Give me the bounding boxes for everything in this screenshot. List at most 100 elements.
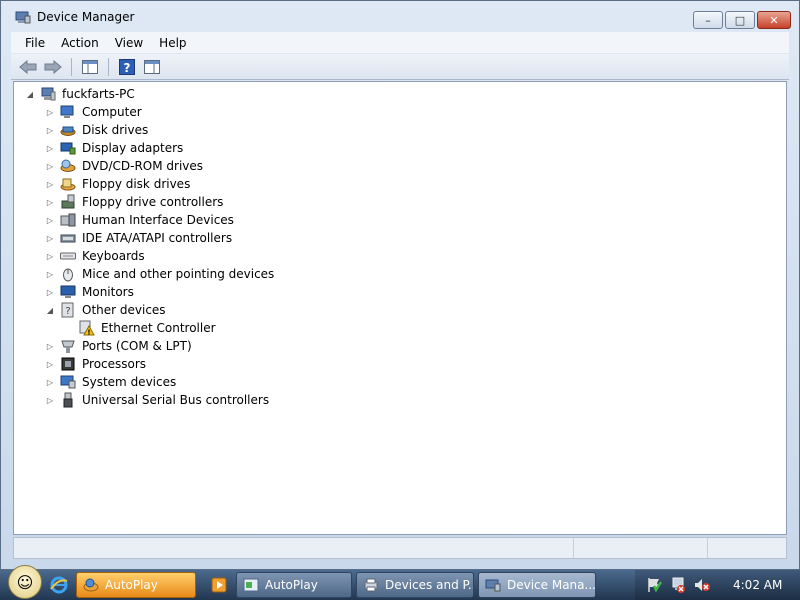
- svg-text:?: ?: [124, 61, 131, 75]
- tree-item-label: Human Interface Devices: [82, 213, 234, 227]
- expand-arrow-icon[interactable]: ▷: [44, 373, 56, 391]
- tree-category-row[interactable]: ▷ Human Interface Devices: [24, 211, 276, 229]
- expand-arrow-icon[interactable]: ▷: [44, 391, 56, 409]
- tree-category-row[interactable]: ▷ Mice and other pointing devices: [24, 265, 276, 283]
- maximize-button[interactable]: □: [725, 11, 755, 29]
- computer-root-icon: [40, 86, 56, 102]
- tree-category-row[interactable]: ▷ Processors: [24, 355, 276, 373]
- expand-arrow-icon[interactable]: ▷: [44, 121, 56, 139]
- status-bar: [13, 537, 787, 559]
- autoplay-icon: [83, 577, 99, 593]
- properties-pane-icon[interactable]: [141, 57, 163, 77]
- tree-root[interactable]: ◢ fuckfarts-PC: [24, 85, 276, 103]
- tree-category-row[interactable]: ▷ IDE ATA/ATAPI controllers: [24, 229, 276, 247]
- tree-item-label: Computer: [82, 105, 142, 119]
- expand-arrow-icon[interactable]: ▷: [44, 193, 56, 211]
- expand-arrow-icon[interactable]: ▷: [44, 139, 56, 157]
- taskbar-item-device-manager[interactable]: Device Mana...: [478, 572, 596, 598]
- tree-category-row[interactable]: ▷ Universal Serial Bus controllers: [24, 391, 276, 409]
- menu-action[interactable]: Action: [53, 36, 107, 50]
- clock[interactable]: 4:02 AM: [733, 578, 782, 592]
- status-pane-middle: [574, 538, 708, 558]
- start-button[interactable]: ☺: [8, 565, 42, 599]
- media-player-icon[interactable]: [206, 573, 232, 597]
- expand-arrow-icon[interactable]: ▷: [44, 355, 56, 373]
- toolbar-separator: [71, 57, 72, 76]
- port-icon: [60, 338, 76, 354]
- back-arrow-icon[interactable]: [17, 57, 39, 77]
- tree-category-row[interactable]: ▷ Display adapters: [24, 139, 276, 157]
- expand-arrow-icon[interactable]: ▷: [44, 103, 56, 121]
- menu-file[interactable]: File: [17, 36, 53, 50]
- hid-icon: [60, 212, 76, 228]
- help-icon[interactable]: ?: [116, 57, 138, 77]
- expand-arrow-icon[interactable]: ▷: [44, 211, 56, 229]
- title-bar[interactable]: Device Manager – □ ✕: [1, 1, 799, 33]
- mouse-icon: [60, 266, 76, 282]
- taskbar-item-autoplay-2[interactable]: AutoPlay: [236, 572, 352, 598]
- tree-item-label: Keyboards: [82, 249, 145, 263]
- device-tree-pane: ◢ fuckfarts-PC ▷ Computer ▷ Disk drives ▷ Dis…: [13, 81, 787, 535]
- tree-item-label: Universal Serial Bus controllers: [82, 393, 270, 407]
- taskbar-item-devices-and-printers[interactable]: Devices and P...: [356, 572, 474, 598]
- floppy-disk-icon: [60, 176, 76, 192]
- expand-arrow-icon[interactable]: ▷: [44, 157, 56, 175]
- volume-muted-icon[interactable]: [693, 576, 711, 594]
- taskbar-item-autoplay-1[interactable]: AutoPlay: [76, 572, 196, 598]
- tree-item-label: System devices: [82, 375, 177, 389]
- menu-view[interactable]: View: [107, 36, 151, 50]
- network-icon[interactable]: [669, 576, 687, 594]
- action-center-icon[interactable]: [645, 576, 663, 594]
- menu-help[interactable]: Help: [151, 36, 194, 50]
- ide-controller-icon: [60, 230, 76, 246]
- tree-category-row[interactable]: ▷ System devices: [24, 373, 276, 391]
- disk-drive-icon: [60, 122, 76, 138]
- svg-text:?: ?: [65, 306, 70, 317]
- taskbar: ☺ AutoPlay AutoPlay Devices and P... Dev…: [0, 565, 800, 600]
- tree-category-row[interactable]: ▷ DVD/CD-ROM drives: [24, 157, 276, 175]
- tree-category-row[interactable]: ▷ Monitors: [24, 283, 276, 301]
- expand-arrow-icon[interactable]: ▷: [44, 229, 56, 247]
- system-tray: 4:02 AM: [635, 570, 800, 600]
- show-hide-console-tree-icon[interactable]: [79, 57, 101, 77]
- forward-arrow-icon[interactable]: [42, 57, 64, 77]
- tree-category-row[interactable]: ▷ Disk drives: [24, 121, 276, 139]
- warning-device-icon: !: [79, 320, 95, 337]
- tree-category-row[interactable]: ▷ Computer: [24, 103, 276, 121]
- taskbar-item-label: AutoPlay: [265, 578, 318, 592]
- usb-icon: [60, 392, 76, 408]
- autoplay-window-icon: [243, 577, 259, 593]
- tree-category-row[interactable]: ▷ Ports (COM & LPT): [24, 337, 276, 355]
- tree-item-label: Ethernet Controller: [101, 321, 216, 335]
- computer-icon: [60, 104, 76, 120]
- tree-device-row[interactable]: ! Ethernet Controller: [24, 319, 276, 337]
- window-title: Device Manager: [37, 10, 135, 24]
- tree-category-row[interactable]: ▷ Floppy drive controllers: [24, 193, 276, 211]
- collapse-arrow-icon[interactable]: ◢: [24, 85, 36, 103]
- menu-bar: File Action View Help: [11, 32, 789, 53]
- tree-item-label: Monitors: [82, 285, 134, 299]
- expand-arrow-icon[interactable]: ▷: [44, 247, 56, 265]
- collapse-arrow-icon[interactable]: ◢: [44, 301, 56, 319]
- tree-category-row[interactable]: ▷ Keyboards: [24, 247, 276, 265]
- tree-category-row[interactable]: ▷ Floppy disk drives: [24, 175, 276, 193]
- expand-arrow-icon[interactable]: ▷: [44, 175, 56, 193]
- tree-item-label: Floppy disk drives: [82, 177, 191, 191]
- toolbar: ?: [11, 54, 789, 80]
- devices-and-printers-icon: [363, 577, 379, 593]
- taskbar-item-label: Device Mana...: [507, 578, 596, 592]
- tree-item-label: Disk drives: [82, 123, 149, 137]
- status-pane-main: [14, 538, 574, 558]
- expand-arrow-icon[interactable]: ▷: [44, 337, 56, 355]
- internet-explorer-icon[interactable]: [46, 573, 72, 597]
- minimize-button[interactable]: –: [693, 11, 723, 29]
- expand-arrow-icon[interactable]: ▷: [44, 283, 56, 301]
- expand-arrow-icon[interactable]: ▷: [44, 265, 56, 283]
- processor-icon: [60, 356, 76, 372]
- tree-item-label: Ports (COM & LPT): [82, 339, 192, 353]
- device-manager-icon: [15, 9, 31, 25]
- tree-category-row[interactable]: ◢? Other devices: [24, 301, 276, 319]
- close-button[interactable]: ✕: [757, 11, 791, 29]
- device-manager-window: Device Manager – □ ✕ File Action View He…: [0, 0, 800, 570]
- monitor-icon: [60, 284, 76, 300]
